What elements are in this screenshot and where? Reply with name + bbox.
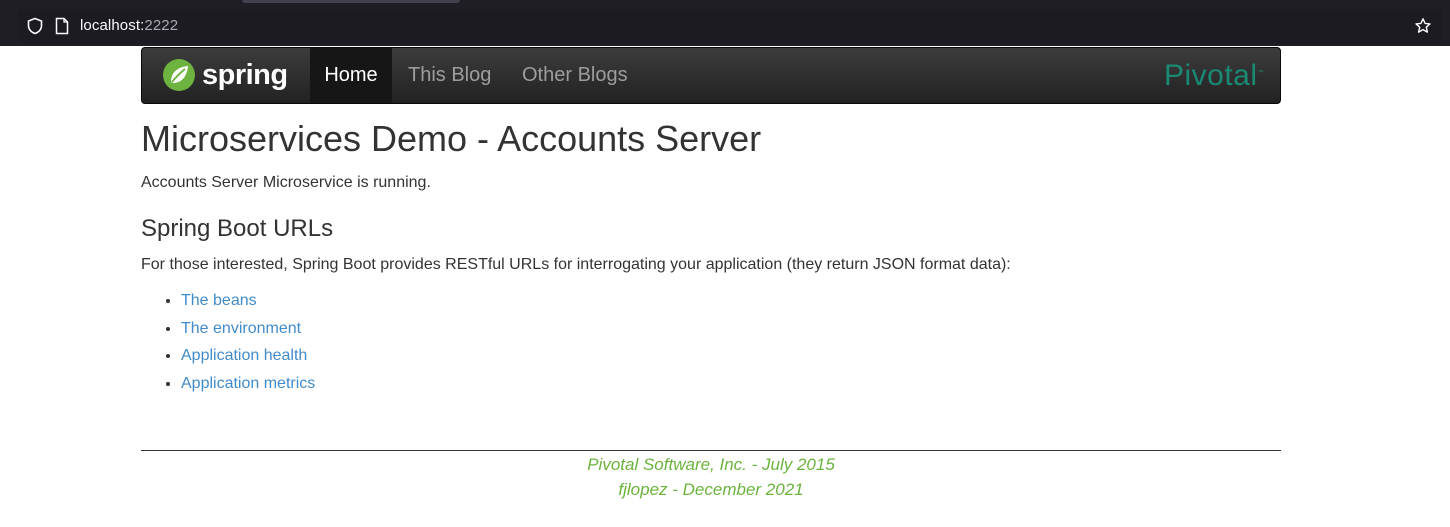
shield-icon[interactable] (26, 17, 44, 35)
section-title: Spring Boot URLs (141, 215, 334, 242)
link-health[interactable]: Application health (181, 347, 307, 364)
list-item: Application health (181, 344, 315, 372)
page-title: Microservices Demo - Accounts Server (141, 118, 762, 159)
pivotal-trademark: ™ (1257, 70, 1264, 76)
status-text: Accounts Server Microservice is running. (141, 174, 431, 191)
address-bar[interactable]: localhost:2222 (18, 9, 1442, 43)
footer-line-1: Pivotal Software, Inc. - July 2015 (587, 455, 835, 474)
bookmark-star-icon[interactable] (1414, 17, 1432, 35)
browser-toolbar: localhost:2222 (0, 0, 1450, 46)
url-port: 2222 (144, 17, 179, 34)
pivotal-logo: Pivotal™ (1164, 59, 1264, 93)
footer: Pivotal Software, Inc. - July 2015 fjlop… (141, 452, 1281, 502)
footer-line-2: fjlopez - December 2021 (618, 480, 804, 499)
page-icon (55, 17, 69, 35)
list-item: Application metrics (181, 372, 315, 400)
list-item: The environment (181, 317, 315, 345)
link-environment[interactable]: The environment (181, 320, 301, 337)
section-description: For those interested, Spring Boot provid… (141, 256, 1011, 273)
link-beans[interactable]: The beans (181, 292, 257, 309)
nav-home[interactable]: Home (310, 48, 392, 103)
browser-tab[interactable] (242, 0, 460, 3)
pivotal-logo-text: Pivotal (1163, 59, 1258, 92)
spring-logo[interactable]: spring (162, 57, 288, 93)
nav-this-blog[interactable]: This Blog (408, 48, 491, 103)
link-metrics[interactable]: Application metrics (181, 375, 315, 392)
url-host: localhost: (80, 17, 145, 34)
nav-other-blogs[interactable]: Other Blogs (522, 48, 628, 103)
navbar: spring Home This Blog Other Blogs Pivota… (141, 47, 1281, 104)
footer-divider (141, 450, 1281, 451)
url-list: The beans The environment Application he… (141, 289, 315, 399)
spring-leaf-icon (163, 59, 195, 91)
brand-name: spring (202, 58, 288, 91)
url-text[interactable]: localhost:2222 (80, 17, 178, 34)
list-item: The beans (181, 289, 315, 317)
